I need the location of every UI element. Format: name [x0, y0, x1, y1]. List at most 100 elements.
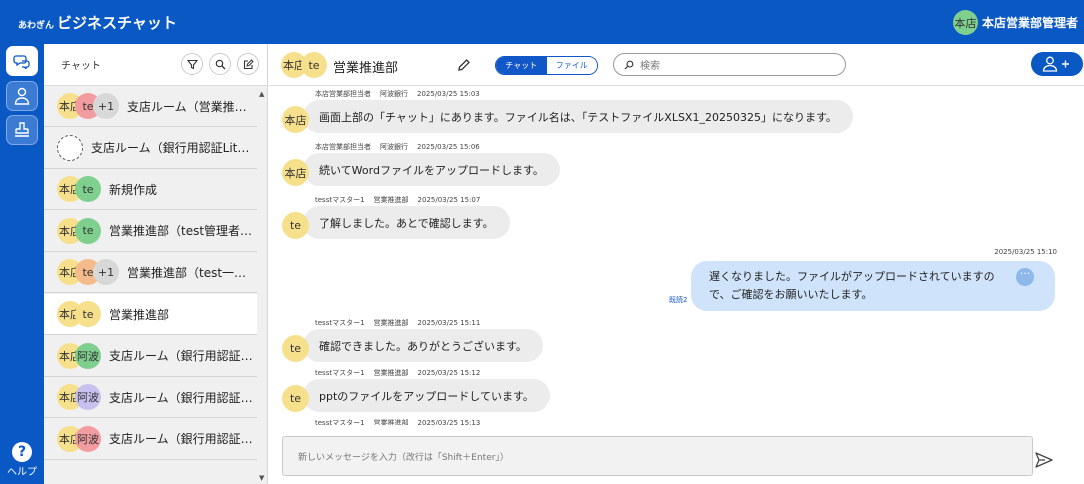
room-avatars: 本店 阿波 — [57, 342, 101, 369]
sender-avatar[interactable]: 本店 — [282, 159, 309, 186]
nav-contacts-button[interactable] — [6, 81, 38, 111]
chat-main: 本店 te 営業推進部 チャット ファイル 検索 本店営業部担当者 阿波銀行 202… — [269, 44, 1084, 484]
user-menu[interactable]: 本店 本店営業部管理者 — [952, 10, 1078, 35]
room-avatars: 本店 阿波 — [57, 384, 101, 411]
chat-list-item[interactable]: 本店 te 営業推進部 — [44, 294, 257, 335]
chat-list-item-name: 営業推進部（test一… — [127, 265, 247, 280]
message-list[interactable]: 本店営業部担当者 阿波銀行 2025/03/25 15:03 画面上部の「チャット」に… — [269, 87, 1084, 425]
message-sender: tesstマスター1 — [315, 319, 365, 327]
search-chat-button[interactable] — [209, 53, 231, 75]
message-search-input[interactable]: 検索 — [613, 53, 846, 76]
message-input[interactable]: 新しいメッセージを入力（改行は「Shift＋Enter」） — [282, 436, 1033, 476]
chat-list-title: チャット — [61, 61, 101, 72]
room-avatars: 本店 te — [281, 52, 329, 78]
tab-file[interactable]: ファイル — [546, 57, 597, 74]
edit-room-button[interactable] — [457, 57, 471, 76]
filter-icon — [186, 59, 198, 69]
room-avatars: 本店 阿波 — [57, 425, 101, 452]
chat-list-item-name: 支店ルーム（銀行用認証… — [109, 432, 253, 447]
message-org: 阿波銀行 — [380, 143, 408, 151]
chat-list-item[interactable]: 本店 阿波 支店ルーム（銀行用認証… — [44, 418, 257, 460]
sender-avatar[interactable]: te — [282, 385, 309, 412]
nav-rail: ? ヘルプ — [0, 44, 44, 484]
top-bar: あわぎん ビジネスチャット 本店 本店営業部管理者 — [0, 0, 1084, 44]
chat-header: 本店 te 営業推進部 チャット ファイル 検索 — [269, 44, 1084, 86]
room-avatars: 本店 te — [57, 301, 101, 327]
avatar: te — [301, 52, 327, 78]
user-avatar[interactable]: 本店 — [952, 10, 978, 35]
scroll-up-icon[interactable]: ▲ — [259, 90, 264, 98]
message-bubble: pptのファイルをアップロードしています。 — [303, 379, 550, 412]
filter-button[interactable] — [181, 53, 203, 75]
message-time: 2025/03/25 15:06 — [417, 143, 480, 151]
message-org: 営業推進部 — [373, 369, 409, 377]
search-icon — [624, 60, 634, 70]
message-meta: 本店営業部担当者 阿波銀行 2025/03/25 15:06 — [315, 142, 489, 152]
message-bubble: 確認できました。ありがとうございます。 — [303, 329, 543, 362]
message-text: 了解しました。あとで確認します。 — [319, 216, 494, 230]
person-icon — [14, 87, 30, 105]
chat-list-item-name: 営業推進部（test管理者… — [109, 224, 253, 239]
new-chat-button[interactable] — [237, 53, 259, 75]
nav-chat-button[interactable] — [6, 46, 38, 76]
compose-icon — [243, 58, 254, 69]
chat-list-scrollbar[interactable]: ▲ ▼ — [257, 86, 267, 484]
chat-list-item-name: 支店ルーム（銀行用認証Lit… — [91, 141, 250, 156]
message-org: 営業推進部 — [373, 419, 409, 425]
room-avatars: 本店 te +1 — [57, 259, 119, 286]
stamp-icon — [15, 122, 29, 137]
message-text: pptのファイルをアップロードしています。 — [319, 389, 534, 403]
send-button[interactable] — [1035, 452, 1053, 472]
tab-chat[interactable]: チャット — [496, 57, 547, 74]
add-person-icon — [1042, 56, 1069, 72]
room-avatars — [57, 134, 83, 161]
message-text: 続いてWordファイルをアップロードします。 — [319, 163, 544, 177]
message-bubble: 了解しました。あとで確認します。 — [303, 206, 510, 239]
message-time: 2025/03/25 15:12 — [417, 369, 481, 377]
read-receipt: 既読2 — [669, 296, 688, 304]
avatar: te — [75, 217, 101, 244]
chat-list-item[interactable]: 本店 阿波 支店ルーム（銀行用認証… — [44, 377, 257, 419]
chat-list-item[interactable]: 支店ルーム（銀行用認証Lit… — [44, 127, 257, 169]
message-sender: 本店営業部担当者 — [315, 90, 371, 98]
sender-avatar[interactable]: te — [282, 335, 309, 362]
message-bubble: 遅くなりました。ファイルがアップロードされていますので、ご確認をお願いいたします… — [691, 261, 1055, 311]
room-avatars: 本店 te — [57, 217, 101, 244]
logo-small-text: あわぎん — [18, 21, 55, 31]
room-title: 営業推進部 — [333, 61, 399, 76]
message-text: 確認できました。ありがとうございます。 — [319, 339, 527, 353]
message-meta: tesstマスター1 営業推進部 2025/03/25 15:11 — [315, 318, 489, 328]
message-time: 2025/03/25 15:07 — [417, 196, 481, 204]
search-icon — [215, 59, 225, 69]
help-label: ヘルプ — [7, 467, 37, 478]
message-sender: tesstマスター1 — [315, 369, 365, 377]
message-text: 画面上部の「チャット」にあります。ファイル名は、「テストファイルXLSX1_20… — [319, 110, 837, 124]
avatar: 阿波 — [75, 342, 101, 369]
avatar: 阿波 — [75, 425, 101, 452]
message-org: 営業推進部 — [373, 196, 409, 204]
chat-list-item[interactable]: 本店 te 営業推進部（test管理者… — [44, 210, 257, 252]
add-member-button[interactable] — [1031, 52, 1083, 76]
message-bubble: 続いてWordファイルをアップロードします。 — [303, 153, 560, 186]
nav-stamp-button[interactable] — [6, 115, 38, 145]
avatar-placeholder — [57, 134, 83, 161]
message-meta: tesstマスター1 営業推進部 2025/03/25 15:12 — [315, 368, 489, 378]
chat-list-item[interactable]: 本店 te 新規作成 — [44, 169, 257, 211]
sender-avatar[interactable]: te — [282, 212, 309, 239]
scroll-down-icon[interactable]: ▼ — [259, 474, 264, 482]
avatar: te — [75, 176, 101, 203]
chat-icon — [13, 55, 30, 69]
chat-list-item[interactable]: 本店 阿波 支店ルーム（銀行用認証… — [44, 335, 257, 377]
chat-list-header: チャット — [44, 44, 267, 86]
app-logo: あわぎん ビジネスチャット — [18, 12, 177, 33]
sender-avatar[interactable]: 本店 — [282, 106, 309, 133]
chat-list-item-name: 支店ルーム（銀行用認証… — [109, 390, 253, 405]
chat-list-item[interactable]: 本店 te +1 支店ルーム（営業推… — [44, 86, 257, 127]
more-options-icon[interactable]: ··· — [1016, 268, 1034, 286]
message-meta: 本店営業部担当者 阿波銀行 2025/03/25 15:03 — [315, 89, 489, 99]
user-name[interactable]: 本店営業部管理者 — [982, 14, 1078, 31]
view-toggle: チャット ファイル — [495, 56, 598, 75]
chat-list-item[interactable]: 本店 te +1 営業推進部（test一… — [44, 252, 257, 294]
pencil-icon — [458, 59, 470, 71]
help-button[interactable]: ? ヘルプ — [0, 442, 44, 478]
